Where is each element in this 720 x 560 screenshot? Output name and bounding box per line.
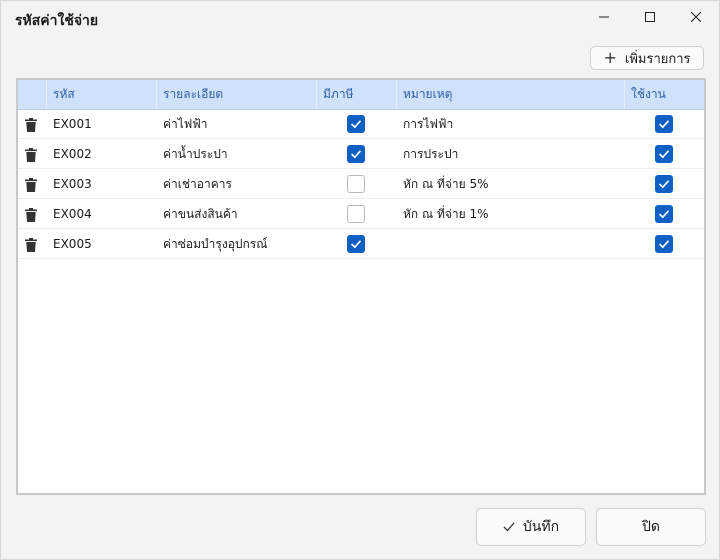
trash-icon[interactable] (25, 177, 37, 192)
taxable-checkbox[interactable] (347, 205, 365, 223)
trash-icon[interactable] (25, 147, 37, 162)
code-cell[interactable]: EX004 (47, 199, 157, 229)
taxable-checkbox[interactable] (347, 175, 365, 193)
active-checkbox[interactable] (655, 175, 673, 193)
minimize-icon (599, 16, 609, 18)
taxable-checkbox[interactable] (347, 235, 365, 253)
header-delete-column (18, 80, 47, 109)
plus-icon: + (603, 48, 617, 67)
header-note[interactable]: หมายเหตุ (397, 80, 625, 109)
header-taxable[interactable]: มีภาษี (317, 80, 397, 109)
note-cell[interactable]: หัก ณ ที่จ่าย 1% (397, 199, 625, 229)
code-cell[interactable]: EX003 (47, 169, 157, 199)
detail-cell[interactable]: ค่าขนส่งสินค้า (157, 199, 317, 229)
code-cell[interactable]: EX005 (47, 229, 157, 259)
note-cell[interactable]: หัก ณ ที่จ่าย 5% (397, 169, 625, 199)
expense-code-grid[interactable]: รหัส รายละเอียด มีภาษี หมายเหตุ ใช้งาน E… (16, 78, 706, 495)
table-row[interactable]: EX004 ค่าขนส่งสินค้า หัก ณ ที่จ่าย 1% (18, 199, 704, 229)
detail-cell[interactable]: ค่าเช่าอาคาร (157, 169, 317, 199)
trash-icon[interactable] (25, 117, 37, 132)
dialog-window: รหัสค่าใช้จ่าย + เพิ่มรายการ รหัส รายละเ… (0, 0, 720, 560)
trash-icon[interactable] (25, 237, 37, 252)
detail-cell[interactable]: ค่าซ่อมบำรุงอุปกรณ์ (157, 229, 317, 259)
note-cell[interactable]: การไฟฟ้า (397, 109, 625, 139)
active-checkbox[interactable] (655, 205, 673, 223)
note-cell[interactable] (397, 229, 625, 259)
add-item-button[interactable]: + เพิ่มรายการ (590, 46, 704, 70)
active-checkbox[interactable] (655, 235, 673, 253)
taxable-checkbox[interactable] (347, 115, 365, 133)
save-button[interactable]: บันทึก (476, 508, 586, 546)
checkmark-icon (503, 522, 515, 532)
active-checkbox[interactable] (655, 145, 673, 163)
table-row[interactable]: EX003 ค่าเช่าอาคาร หัก ณ ที่จ่าย 5% (18, 169, 704, 199)
save-label: บันทึก (522, 519, 560, 535)
active-checkbox[interactable] (655, 115, 673, 133)
maximize-button[interactable] (627, 1, 673, 33)
window-title: รหัสค่าใช้จ่าย (15, 13, 99, 29)
grid-header: รหัส รายละเอียด มีภาษี หมายเหตุ ใช้งาน (18, 80, 704, 110)
table-row[interactable]: EX002 ค่าน้ำประปา การประปา (18, 139, 704, 169)
add-item-label: เพิ่มรายการ (624, 51, 691, 67)
title-bar: รหัสค่าใช้จ่าย (1, 1, 719, 35)
close-button[interactable]: ปิด (596, 508, 706, 546)
taxable-checkbox[interactable] (347, 145, 365, 163)
close-label: ปิด (642, 519, 660, 535)
note-cell[interactable]: การประปา (397, 139, 625, 169)
code-cell[interactable]: EX001 (47, 109, 157, 139)
header-detail[interactable]: รายละเอียด (157, 80, 317, 109)
header-active[interactable]: ใช้งาน (625, 80, 704, 109)
maximize-icon (645, 12, 655, 22)
table-row[interactable]: EX001 ค่าไฟฟ้า การไฟฟ้า (18, 109, 704, 139)
close-icon (691, 12, 701, 22)
trash-icon[interactable] (25, 207, 37, 222)
table-row[interactable]: EX005 ค่าซ่อมบำรุงอุปกรณ์ (18, 229, 704, 259)
minimize-button[interactable] (581, 1, 627, 33)
code-cell[interactable]: EX002 (47, 139, 157, 169)
close-window-button[interactable] (673, 1, 719, 33)
detail-cell[interactable]: ค่าน้ำประปา (157, 139, 317, 169)
header-code[interactable]: รหัส (47, 80, 157, 109)
detail-cell[interactable]: ค่าไฟฟ้า (157, 109, 317, 139)
